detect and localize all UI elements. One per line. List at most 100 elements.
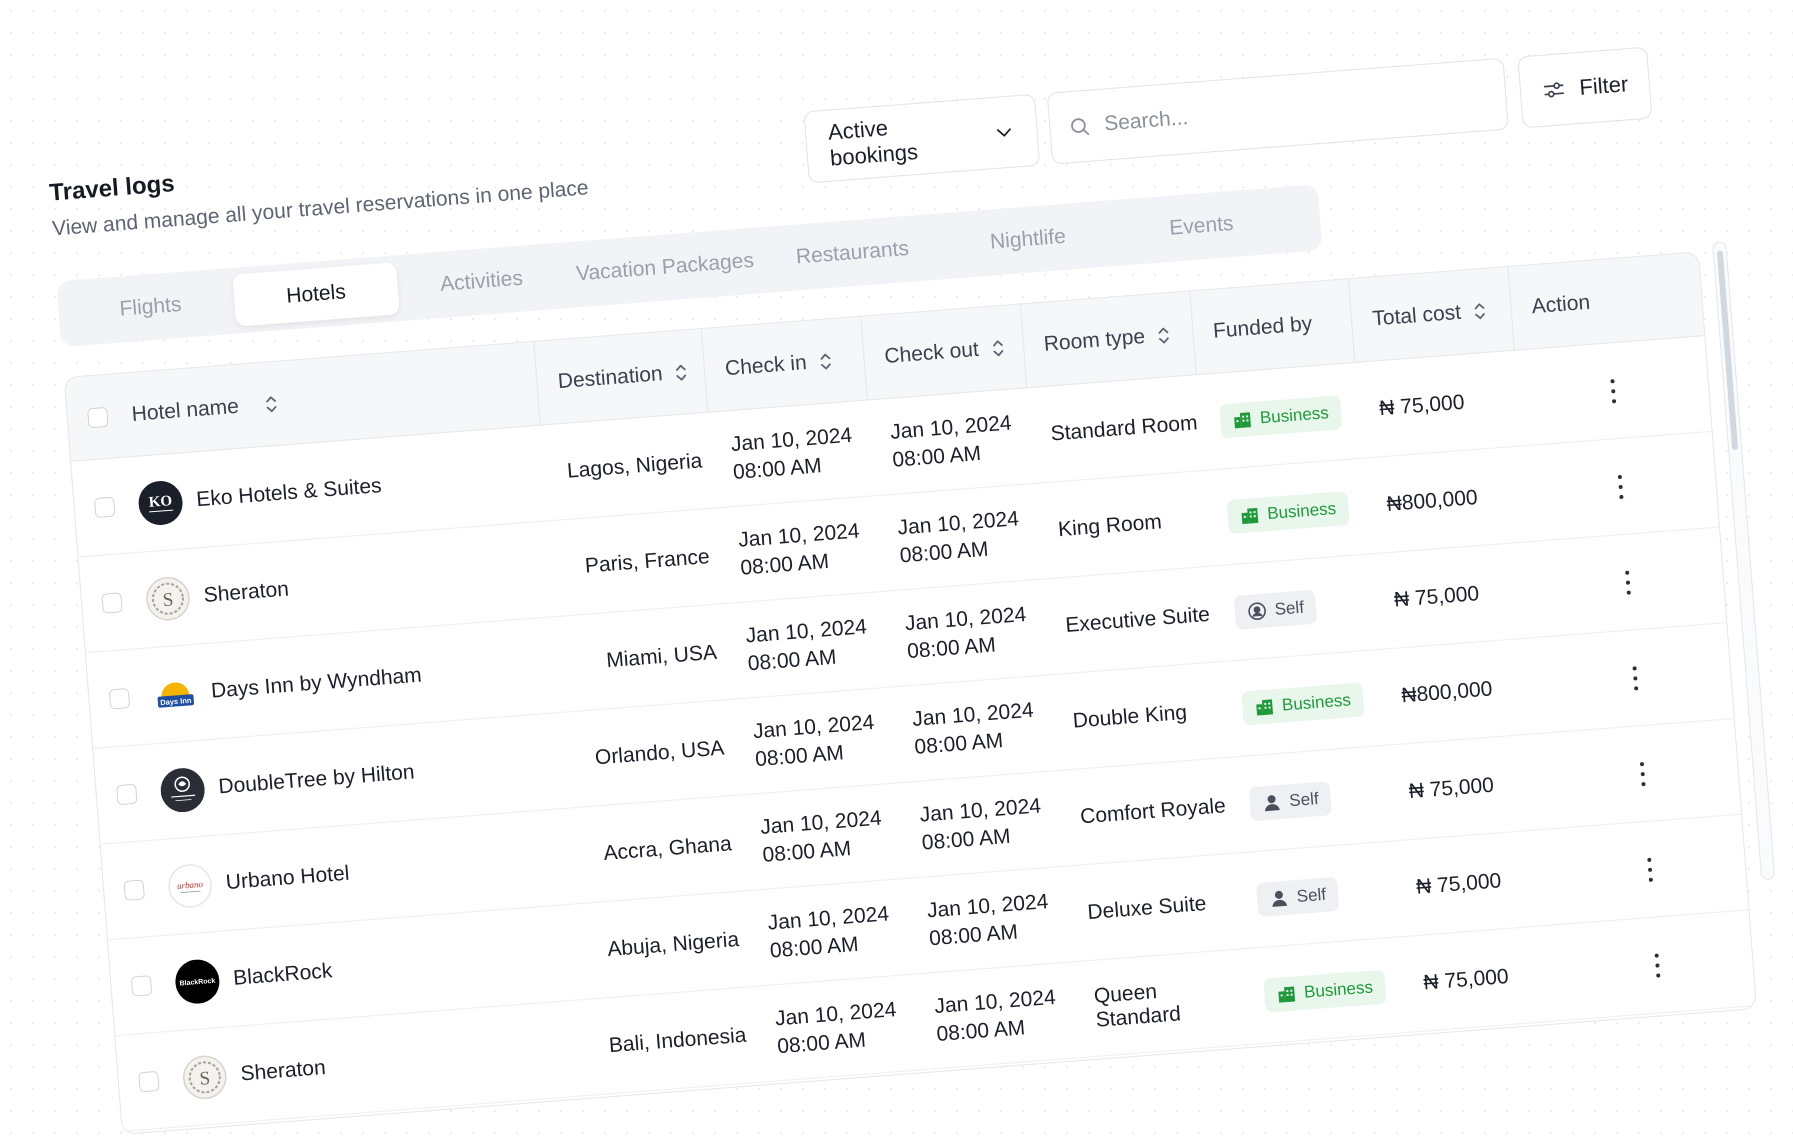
total-cost: ₦800,000	[1385, 485, 1479, 516]
bookings-status-select[interactable]: Active bookings	[803, 93, 1041, 184]
total-cost: ₦ 75,000	[1378, 390, 1466, 420]
hotel-logo: S	[144, 575, 191, 622]
row-checkbox[interactable]	[123, 878, 145, 901]
hotel-logo: S	[181, 1053, 228, 1100]
funded-by-cell: Self	[1226, 746, 1393, 853]
destination: Miami, USA	[605, 640, 718, 672]
column-total-cost[interactable]: Total cost	[1349, 266, 1516, 362]
hotel-logo: BlackRock	[174, 957, 221, 1004]
svg-text:S: S	[199, 1067, 211, 1089]
funded-by-cell: Self	[1211, 554, 1378, 661]
tab-nightlife[interactable]: Nightlife	[938, 207, 1117, 272]
filter-button[interactable]: Filter	[1517, 46, 1653, 129]
column-label: Funded by	[1212, 311, 1313, 343]
row-checkbox[interactable]	[130, 974, 153, 997]
user-circle-icon	[1247, 601, 1266, 620]
row-checkbox[interactable]	[101, 591, 123, 614]
more-vertical-icon[interactable]	[1631, 665, 1641, 691]
search-input[interactable]	[1103, 83, 1485, 137]
row-checkbox[interactable]	[93, 496, 116, 518]
column-label: Check out	[883, 337, 980, 368]
room-type: King Room	[1057, 509, 1163, 541]
total-cost-cell: ₦800,000	[1363, 446, 1530, 553]
tab-activities[interactable]: Activities	[396, 249, 567, 314]
check-out-cell: Jan 10, 2024 08:00 AM	[868, 388, 1035, 495]
column-destination[interactable]: Destination	[534, 328, 709, 425]
funded-by-label: Self	[1295, 884, 1327, 906]
sheraton-logo-icon: S	[146, 576, 190, 620]
user-icon	[1264, 794, 1280, 811]
action-cell	[1545, 719, 1741, 828]
funded-by-badge: Business	[1262, 969, 1387, 1013]
column-check-in[interactable]: Check in	[702, 316, 868, 412]
column-check-out[interactable]: Check out	[861, 304, 1028, 400]
room-type-cell: Executive Suite	[1042, 567, 1219, 675]
check-in-cell: Jan 10, 2024 08:00 AM	[738, 783, 905, 890]
room-type-cell: Queen Standard	[1071, 949, 1248, 1057]
hotel-logo: urbano	[166, 862, 213, 909]
filter-label: Filter	[1578, 71, 1630, 100]
funded-by-badge: Business	[1218, 394, 1342, 438]
select-all-checkbox[interactable]	[87, 406, 109, 428]
more-vertical-icon[interactable]	[1608, 378, 1618, 403]
funded-by-cell: Business	[1196, 363, 1363, 470]
check-in-cell: Jan 10, 2024 08:00 AM	[745, 879, 912, 986]
funded-by-cell: Business	[1204, 459, 1371, 566]
tab-hotels[interactable]: Hotels	[232, 262, 400, 327]
sort-icon	[992, 339, 1003, 356]
funded-by-label: Self	[1273, 597, 1305, 619]
funded-by-label: Business	[1303, 976, 1374, 1002]
canvas: Travel logs View and manage all your tra…	[0, 0, 1793, 1141]
scrollbar-thumb[interactable]	[1716, 250, 1739, 451]
destination: Orlando, USA	[594, 736, 726, 769]
more-vertical-icon[interactable]	[1645, 857, 1655, 882]
more-vertical-icon[interactable]	[1623, 570, 1633, 595]
more-vertical-icon[interactable]	[1638, 761, 1648, 786]
search-box[interactable]	[1046, 57, 1509, 165]
urbano-logo-icon: urbano	[168, 863, 212, 908]
search-icon	[1071, 118, 1090, 135]
funded-by-label: Business	[1259, 402, 1330, 427]
total-cost-cell: ₦ 75,000	[1385, 734, 1552, 841]
destination-cell: Lagos, Nigeria	[541, 413, 716, 521]
room-type: Deluxe Suite	[1086, 891, 1208, 924]
sort-icon	[1158, 327, 1170, 343]
eko-logo-icon: KO	[138, 480, 183, 525]
tab-vacation-packages[interactable]: Vacation Packages	[563, 234, 766, 301]
total-cost: ₦ 75,000	[1393, 581, 1480, 612]
room-type: Queen Standard	[1093, 979, 1182, 1032]
tab-events[interactable]: Events	[1114, 194, 1289, 259]
row-checkbox[interactable]	[108, 687, 131, 709]
hotel-name: BlackRock	[232, 958, 334, 990]
total-cost-cell: ₦ 75,000	[1356, 351, 1523, 458]
row-checkbox[interactable]	[116, 783, 138, 805]
tab-restaurants[interactable]: Restaurants	[763, 221, 942, 286]
row-checkbox[interactable]	[138, 1070, 160, 1092]
funded-by-label: Self	[1288, 788, 1320, 810]
sliders-icon	[1543, 82, 1564, 98]
destination-cell: Bali, Indonesia	[585, 987, 760, 1095]
more-vertical-icon[interactable]	[1653, 952, 1663, 978]
check-in-cell: Jan 10, 2024 08:00 AM	[723, 592, 890, 699]
building-icon	[1233, 411, 1251, 428]
column-funded-by: Funded by	[1189, 279, 1356, 375]
tab-flights[interactable]: Flights	[65, 275, 236, 340]
column-room-type[interactable]: Room type	[1020, 291, 1197, 388]
check-in-cell: Jan 10, 2024 08:00 AM	[753, 975, 920, 1082]
room-type-cell: Comfort Royale	[1057, 758, 1234, 866]
funded-by-cell: Self	[1233, 842, 1400, 949]
check-in-cell: Jan 10, 2024 08:00 AM	[708, 400, 875, 507]
total-cost-cell: ₦800,000	[1378, 638, 1545, 745]
check-out-cell: Jan 10, 2024 08:00 AM	[890, 675, 1057, 782]
destination-cell: Miami, USA	[556, 604, 731, 712]
action-cell	[1552, 815, 1748, 924]
more-vertical-icon[interactable]	[1616, 474, 1626, 499]
destination: Bali, Indonesia	[608, 1023, 748, 1057]
column-label: Total cost	[1371, 300, 1462, 330]
destination-cell: Accra, Ghana	[571, 796, 746, 904]
funded-by-badge: Self	[1248, 780, 1332, 821]
column-label: Action	[1530, 290, 1591, 318]
hotel-name: Eko Hotels & Suites	[195, 473, 383, 511]
days-inn-logo-icon: Days Inn	[154, 672, 197, 715]
bookings-status-value: Active bookings	[827, 115, 919, 171]
